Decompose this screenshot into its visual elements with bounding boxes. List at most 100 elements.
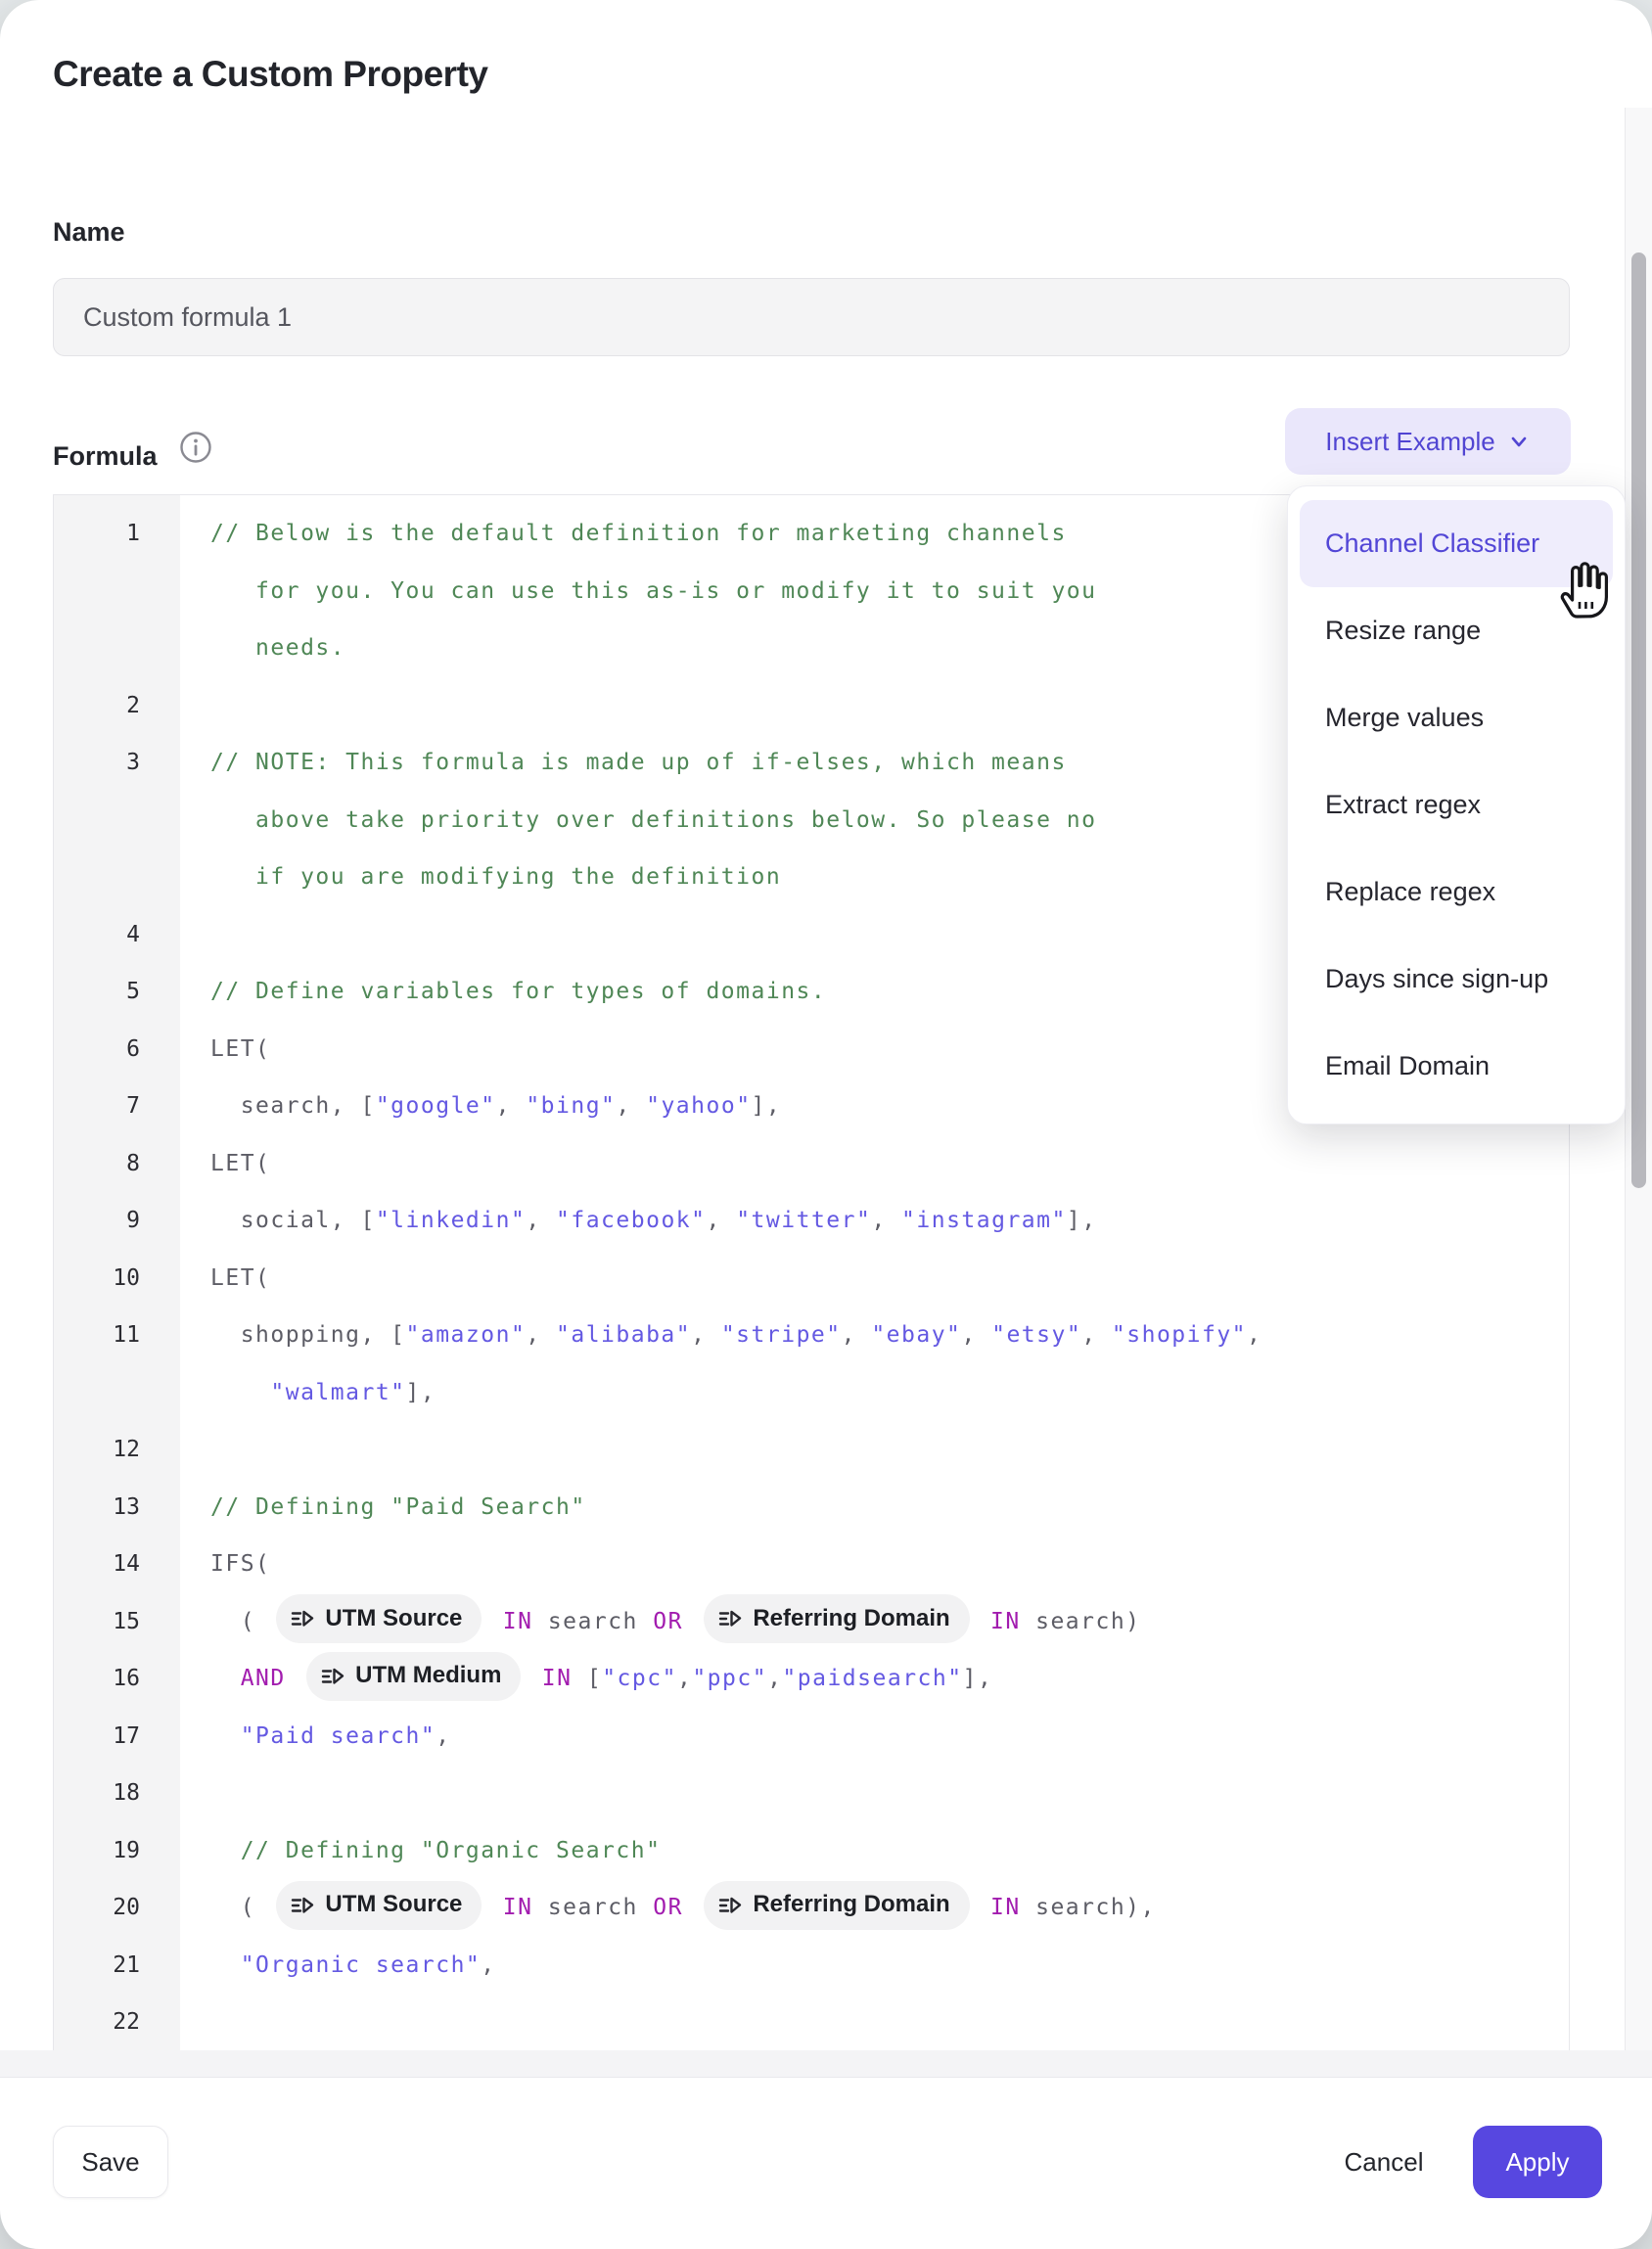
line-number: 13 bbox=[54, 1479, 180, 1537]
code-line: 8LET( bbox=[54, 1135, 1569, 1193]
code-line: 12 bbox=[54, 1421, 1569, 1479]
code-line: 9 social, ["linkedin", "facebook", "twit… bbox=[54, 1192, 1569, 1250]
line-number: 1 bbox=[54, 505, 180, 563]
property-pill-icon bbox=[717, 1893, 743, 1918]
line-number: 21 bbox=[54, 1937, 180, 1995]
code-line: "walmart"], bbox=[54, 1364, 1569, 1422]
code-line: 15 ( UTM Source IN search OR Referring D… bbox=[54, 1593, 1569, 1651]
code-line-content[interactable]: // Below is the default definition for m… bbox=[180, 505, 1067, 563]
code-line-content[interactable]: "walmart"], bbox=[180, 1364, 436, 1422]
line-number bbox=[54, 563, 180, 620]
chevron-down-icon bbox=[1507, 430, 1531, 453]
name-input[interactable] bbox=[53, 278, 1570, 356]
code-line-content[interactable] bbox=[180, 1765, 210, 1822]
line-number: 2 bbox=[54, 677, 180, 735]
code-line-content[interactable]: LET( bbox=[180, 1135, 270, 1193]
code-line-content[interactable]: ( UTM Source IN search OR Referring Doma… bbox=[180, 1879, 1156, 1937]
code-line-content[interactable] bbox=[180, 1994, 210, 2050]
line-number: 10 bbox=[54, 1250, 180, 1308]
property-pill-label: UTM Source bbox=[325, 1590, 462, 1648]
insert-example-menu: Channel ClassifierResize rangeMerge valu… bbox=[1287, 485, 1626, 1124]
line-number bbox=[54, 792, 180, 849]
line-number: 20 bbox=[54, 1879, 180, 1937]
code-line-content[interactable]: AND UTM Medium IN ["cpc","ppc","paidsear… bbox=[180, 1650, 992, 1708]
menu-item-resize-range[interactable]: Resize range bbox=[1300, 587, 1613, 674]
property-pill-utm-medium[interactable]: UTM Medium bbox=[306, 1652, 521, 1701]
code-line: 18 bbox=[54, 1765, 1569, 1822]
menu-item-email-domain[interactable]: Email Domain bbox=[1300, 1023, 1613, 1110]
code-line-content[interactable]: social, ["linkedin", "facebook", "twitte… bbox=[180, 1192, 1097, 1250]
menu-item-replace-regex[interactable]: Replace regex bbox=[1300, 849, 1613, 936]
menu-item-days-since-sign-up[interactable]: Days since sign-up bbox=[1300, 936, 1613, 1023]
property-pill-icon bbox=[290, 1893, 315, 1918]
save-button[interactable]: Save bbox=[53, 2126, 168, 2198]
code-line: 14IFS( bbox=[54, 1536, 1569, 1593]
line-number: 7 bbox=[54, 1078, 180, 1135]
line-number: 22 bbox=[54, 1994, 180, 2050]
property-pill-icon bbox=[717, 1606, 743, 1631]
code-line: 19 // Defining "Organic Search" bbox=[54, 1822, 1569, 1880]
code-line-content[interactable] bbox=[180, 906, 210, 964]
property-pill-referring-domain[interactable]: Referring Domain bbox=[704, 1594, 969, 1643]
code-line: 16 AND UTM Medium IN ["cpc","ppc","paids… bbox=[54, 1650, 1569, 1708]
page-title: Create a Custom Property bbox=[53, 54, 487, 95]
code-line-content[interactable]: for you. You can use this as-is or modif… bbox=[180, 563, 1096, 620]
menu-item-extract-regex[interactable]: Extract regex bbox=[1300, 761, 1613, 849]
line-number: 16 bbox=[54, 1650, 180, 1708]
code-line: 22 bbox=[54, 1994, 1569, 2050]
code-line-content[interactable]: if you are modifying the definition bbox=[180, 849, 781, 906]
code-line-content[interactable]: LET( bbox=[180, 1250, 270, 1308]
code-line-content[interactable]: needs. bbox=[180, 620, 345, 677]
create-custom-property-modal: Create a Custom Property Name Formula In… bbox=[0, 0, 1652, 2249]
property-pill-referring-domain[interactable]: Referring Domain bbox=[704, 1881, 969, 1930]
property-pill-utm-source[interactable]: UTM Source bbox=[276, 1881, 482, 1930]
code-line-content[interactable] bbox=[180, 1421, 210, 1479]
line-number bbox=[54, 849, 180, 906]
line-number: 19 bbox=[54, 1822, 180, 1880]
code-line: 10LET( bbox=[54, 1250, 1569, 1308]
insert-example-button[interactable]: Insert Example bbox=[1285, 408, 1571, 475]
line-number: 5 bbox=[54, 963, 180, 1021]
property-pill-icon bbox=[290, 1606, 315, 1631]
line-number: 17 bbox=[54, 1708, 180, 1766]
property-pill-label: Referring Domain bbox=[753, 1590, 949, 1648]
line-number: 14 bbox=[54, 1536, 180, 1593]
menu-item-merge-values[interactable]: Merge values bbox=[1300, 674, 1613, 761]
modal-scrollbar-track[interactable] bbox=[1625, 108, 1652, 2050]
menu-item-channel-classifier[interactable]: Channel Classifier bbox=[1300, 500, 1613, 587]
line-number: 8 bbox=[54, 1135, 180, 1193]
apply-button[interactable]: Apply bbox=[1473, 2126, 1602, 2198]
code-line-content[interactable] bbox=[180, 677, 210, 735]
code-line: 21 "Organic search", bbox=[54, 1937, 1569, 1995]
code-line-content[interactable]: shopping, ["amazon", "alibaba", "stripe"… bbox=[180, 1307, 1262, 1364]
info-icon[interactable] bbox=[179, 431, 212, 464]
code-line-content[interactable]: // Define variables for types of domains… bbox=[180, 963, 826, 1021]
code-line: 13// Defining "Paid Search" bbox=[54, 1479, 1569, 1537]
line-number: 12 bbox=[54, 1421, 180, 1479]
code-line-content[interactable]: // NOTE: This formula is made up of if-e… bbox=[180, 734, 1067, 792]
line-number: 11 bbox=[54, 1307, 180, 1364]
line-number: 4 bbox=[54, 906, 180, 964]
editor-bottom-strip bbox=[0, 2050, 1652, 2078]
code-line-content[interactable]: IFS( bbox=[180, 1536, 270, 1593]
code-line-content[interactable]: "Organic search", bbox=[180, 1937, 496, 1995]
code-line-content[interactable]: above take priority over definitions bel… bbox=[180, 792, 1096, 849]
property-pill-icon bbox=[320, 1664, 345, 1689]
cancel-button[interactable]: Cancel bbox=[1315, 2126, 1452, 2198]
code-line: 11 shopping, ["amazon", "alibaba", "stri… bbox=[54, 1307, 1569, 1364]
code-line-content[interactable]: // Defining "Organic Search" bbox=[180, 1822, 661, 1880]
line-number: 15 bbox=[54, 1593, 180, 1651]
code-line-content[interactable]: // Defining "Paid Search" bbox=[180, 1479, 586, 1537]
line-number: 18 bbox=[54, 1765, 180, 1822]
property-pill-utm-source[interactable]: UTM Source bbox=[276, 1594, 482, 1643]
code-line-content[interactable]: search, ["google", "bing", "yahoo"], bbox=[180, 1078, 781, 1135]
code-line-content[interactable]: "Paid search", bbox=[180, 1708, 451, 1766]
line-number bbox=[54, 620, 180, 677]
property-pill-label: UTM Medium bbox=[355, 1647, 501, 1705]
line-number: 6 bbox=[54, 1021, 180, 1079]
code-line-content[interactable]: ( UTM Source IN search OR Referring Doma… bbox=[180, 1593, 1141, 1651]
modal-scrollbar-thumb[interactable] bbox=[1631, 252, 1646, 1188]
line-number: 3 bbox=[54, 734, 180, 792]
name-label: Name bbox=[53, 217, 125, 248]
code-line-content[interactable]: LET( bbox=[180, 1021, 270, 1079]
